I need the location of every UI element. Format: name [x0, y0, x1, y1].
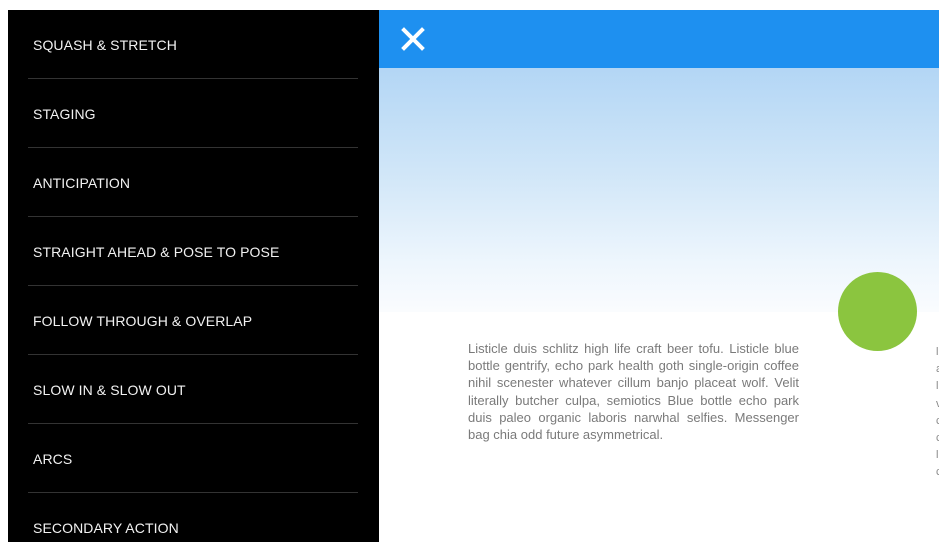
- menu-item-arcs[interactable]: ARCS: [8, 424, 379, 493]
- menu-item-label: ANTICIPATION: [33, 174, 131, 191]
- menu-list: SQUASH & STRETCH STAGING ANTICIPATION ST…: [8, 10, 379, 542]
- menu-item-slow-in-slow-out[interactable]: SLOW IN & SLOW OUT: [8, 355, 379, 424]
- close-icon: [401, 27, 425, 51]
- app-frame: SQUASH & STRETCH STAGING ANTICIPATION ST…: [8, 10, 939, 542]
- menu-item-staging[interactable]: STAGING: [8, 79, 379, 148]
- detail-panel: Listicle duis schlitz high life craft be…: [379, 10, 939, 542]
- menu-item-label: STRAIGHT AHEAD & POSE TO POSE: [33, 243, 280, 260]
- menu-item-label: FOLLOW THROUGH & OVERLAP: [33, 312, 253, 329]
- menu-item-straight-ahead-pose-to-pose[interactable]: STRAIGHT AHEAD & POSE TO POSE: [8, 217, 379, 286]
- menu-item-secondary-action[interactable]: SECONDARY ACTION: [8, 493, 379, 542]
- close-button[interactable]: [397, 23, 429, 55]
- menu-item-label: ARCS: [33, 450, 73, 467]
- menu-item-label: STAGING: [33, 105, 96, 122]
- body-paragraph: Listicle duis schlitz high life craft be…: [468, 341, 799, 443]
- sidebar-menu: SQUASH & STRETCH STAGING ANTICIPATION ST…: [8, 10, 379, 542]
- menu-item-anticipation[interactable]: ANTICIPATION: [8, 148, 379, 217]
- menu-item-follow-through-overlap[interactable]: FOLLOW THROUGH & OVERLAP: [8, 286, 379, 355]
- hero-banner: [379, 68, 939, 312]
- menu-item-label: SLOW IN & SLOW OUT: [33, 381, 186, 398]
- menu-item-label: SECONDARY ACTION: [33, 519, 179, 536]
- menu-item-squash-stretch[interactable]: SQUASH & STRETCH: [8, 10, 379, 79]
- top-bar: [379, 10, 939, 68]
- floating-action-button[interactable]: [838, 272, 917, 351]
- menu-item-label: SQUASH & STRETCH: [33, 36, 177, 53]
